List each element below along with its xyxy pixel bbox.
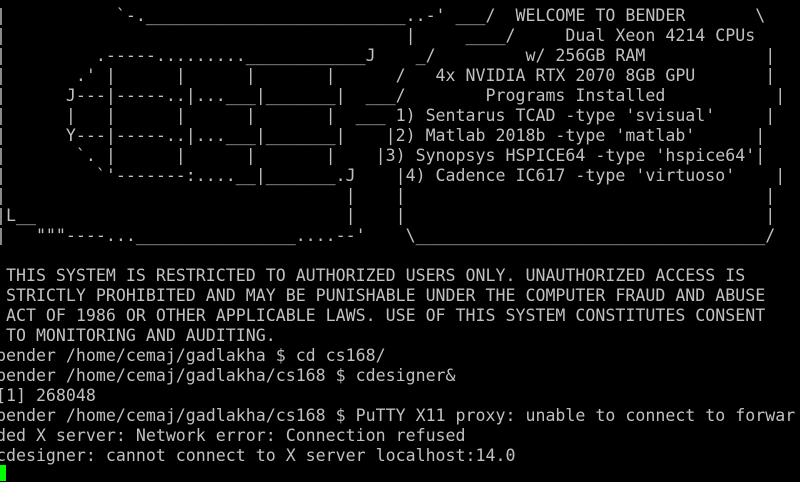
prompt-line: bender /home/cemaj/gadlakha $ cd cs168/ <box>0 346 386 365</box>
banner-line: | J---|-----..|...___|_______| ___/ Prog… <box>0 86 786 105</box>
warning-line: ACT OF 1986 OR OTHER APPLICABLE LAWS. US… <box>0 306 766 325</box>
terminal-window[interactable]: | `-.__________________________..-' ___/… <box>0 0 800 482</box>
banner-line: | `'-------:....__|_______.J |4) Cadence… <box>0 166 786 185</box>
banner-line: | `-.__________________________..-' ___/… <box>0 6 766 25</box>
warning-line: STRICTLY PROHIBITED AND MAY BE PUNISHABL… <box>0 286 766 305</box>
banner-line: |L__ | | | <box>0 206 776 225</box>
banner-line: | `. | | | | |3) Synopsys HSPICE64 -type… <box>0 146 766 165</box>
warning-line: THIS SYSTEM IS RESTRICTED TO AUTHORIZED … <box>0 266 746 285</box>
error-line: ded X server: Network error: Connection … <box>0 426 466 445</box>
banner-line: | | | | <box>0 186 776 205</box>
banner-line: | .' | | | | / 4x NVIDIA RTX 2070 8GB GP… <box>0 66 776 85</box>
warning-line: TO MONITORING AND AUDITING. <box>0 326 276 345</box>
banner-line: | Y---|-----..|...___|_______| |2) Matla… <box>0 126 766 145</box>
banner-line: | """----...________________....--' \___… <box>0 226 776 245</box>
prompt-line: bender /home/cemaj/gadlakha/cs168 $ cdes… <box>0 366 456 385</box>
terminal-output: | `-.__________________________..-' ___/… <box>0 6 800 466</box>
prompt-line: bender /home/cemaj/gadlakha/cs168 $ PuTT… <box>0 406 796 425</box>
error-line: cdesigner: cannot connect to X server lo… <box>0 446 516 465</box>
terminal-cursor[interactable] <box>0 465 6 481</box>
banner-line: | | ____/ Dual Xeon 4214 CPUs | <box>0 26 800 45</box>
job-output-line: [1] 268048 <box>0 386 96 405</box>
banner-line: | | | | | | ___ 1) Sentarus TCAD -type '… <box>0 106 776 125</box>
banner-line: | .-----.........____________J _/ w/ 256… <box>0 46 776 65</box>
